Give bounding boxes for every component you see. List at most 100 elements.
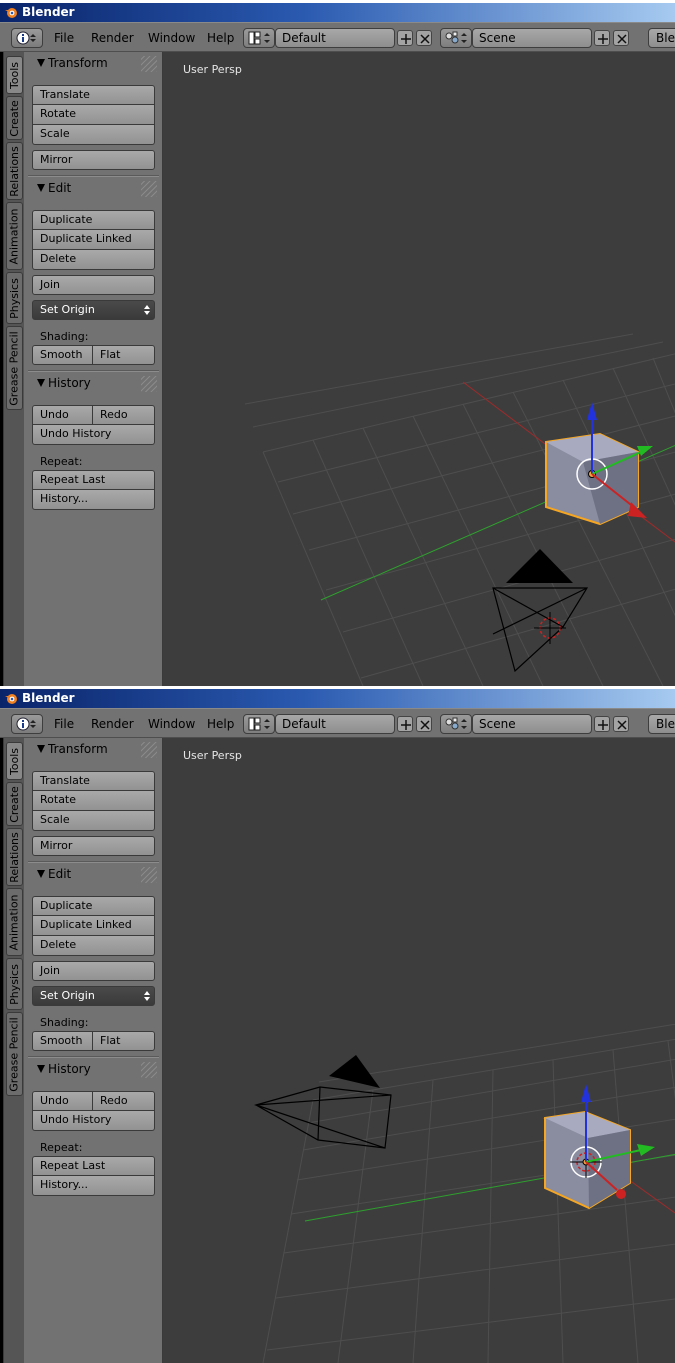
scene-field[interactable]: Scene	[472, 28, 592, 48]
panel-history-header[interactable]: History	[24, 373, 163, 395]
mirror-button[interactable]: Mirror	[32, 150, 155, 170]
drag-grip-icon[interactable]	[141, 56, 157, 72]
remove-scene-button[interactable]	[613, 30, 629, 46]
menu-render[interactable]: Render	[91, 31, 134, 45]
collapse-triangle-icon	[37, 870, 45, 878]
screen-layout-field[interactable]: Default	[275, 714, 395, 734]
rotate-button[interactable]: Rotate	[32, 791, 155, 811]
title-bar: Blender	[0, 3, 675, 22]
drag-grip-icon[interactable]	[141, 376, 157, 392]
panel-edit-header[interactable]: Edit	[24, 178, 163, 200]
tab-physics[interactable]: Physics	[6, 272, 23, 324]
layout-icon	[248, 31, 270, 45]
flat-button[interactable]: Flat	[93, 1031, 155, 1051]
add-scene-button[interactable]	[594, 716, 610, 732]
updown-arrows-icon	[144, 991, 150, 1001]
history-more-button[interactable]: History...	[32, 1176, 155, 1196]
camera-object[interactable]	[253, 1055, 392, 1149]
render-engine-select[interactable]: Blen	[648, 28, 675, 48]
history-more-button[interactable]: History...	[32, 490, 155, 510]
drag-grip-icon[interactable]	[141, 742, 157, 758]
undo-button[interactable]: Undo	[32, 405, 93, 425]
repeat-last-button[interactable]: Repeat Last	[32, 470, 155, 490]
menu-window[interactable]: Window	[148, 717, 195, 731]
duplicate-linked-button[interactable]: Duplicate Linked	[32, 916, 155, 936]
join-button[interactable]: Join	[32, 275, 155, 295]
menu-window[interactable]: Window	[148, 31, 195, 45]
flat-button[interactable]: Flat	[93, 345, 155, 365]
editor-type-button[interactable]	[11, 28, 43, 48]
tab-animation[interactable]: Animation	[6, 888, 23, 956]
tab-grease-pencil[interactable]: Grease Pencil	[6, 326, 23, 410]
smooth-button[interactable]: Smooth	[32, 1031, 93, 1051]
set-origin-dropdown[interactable]: Set Origin	[32, 300, 155, 320]
screen-layout-type-button[interactable]	[243, 714, 275, 734]
render-engine-select[interactable]: Blen	[648, 714, 675, 734]
tab-relations[interactable]: Relations	[6, 142, 23, 200]
remove-scene-button[interactable]	[613, 716, 629, 732]
tab-physics[interactable]: Physics	[6, 958, 23, 1010]
scene-type-button[interactable]	[440, 714, 472, 734]
panel-divider	[28, 1056, 159, 1058]
undo-history-button[interactable]: Undo History	[32, 1111, 155, 1131]
scene-type-button[interactable]	[440, 28, 472, 48]
drag-grip-icon[interactable]	[141, 181, 157, 197]
drag-grip-icon[interactable]	[141, 1062, 157, 1078]
drag-grip-icon[interactable]	[141, 867, 157, 883]
close-icon	[617, 34, 627, 44]
menu-file[interactable]: File	[54, 717, 74, 731]
add-scene-button[interactable]	[594, 30, 610, 46]
tab-create[interactable]: Create	[6, 782, 23, 826]
menu-render[interactable]: Render	[91, 717, 134, 731]
title-bar: Blender	[0, 689, 675, 708]
menu-help[interactable]: Help	[207, 31, 234, 45]
updown-arrows-icon	[144, 305, 150, 315]
rotate-button[interactable]: Rotate	[32, 105, 155, 125]
add-screen-button[interactable]	[397, 716, 413, 732]
tab-create[interactable]: Create	[6, 96, 23, 140]
add-screen-button[interactable]	[397, 30, 413, 46]
scene-field[interactable]: Scene	[472, 714, 592, 734]
scale-button[interactable]: Scale	[32, 811, 155, 831]
tab-tools[interactable]: Tools	[6, 56, 23, 94]
undo-history-button[interactable]: Undo History	[32, 425, 155, 445]
tab-relations[interactable]: Relations	[6, 828, 23, 886]
duplicate-button[interactable]: Duplicate	[32, 896, 155, 916]
undo-button[interactable]: Undo	[32, 1091, 93, 1111]
plus-icon	[598, 34, 608, 44]
shading-label: Shading:	[40, 330, 89, 343]
collapse-triangle-icon	[37, 745, 45, 753]
duplicate-linked-button[interactable]: Duplicate Linked	[32, 230, 155, 250]
scale-button[interactable]: Scale	[32, 125, 155, 145]
panel-transform-header[interactable]: Transform	[24, 739, 163, 761]
delete-button[interactable]: Delete	[32, 936, 155, 956]
3d-viewport[interactable]: User Persp	[163, 738, 675, 1363]
set-origin-dropdown[interactable]: Set Origin	[32, 986, 155, 1006]
panel-edit-header[interactable]: Edit	[24, 864, 163, 886]
remove-screen-button[interactable]	[416, 30, 432, 46]
remove-screen-button[interactable]	[416, 716, 432, 732]
smooth-button[interactable]: Smooth	[32, 345, 93, 365]
tab-grease-pencil[interactable]: Grease Pencil	[6, 1012, 23, 1096]
tab-tools[interactable]: Tools	[6, 742, 23, 780]
plus-icon	[401, 34, 411, 44]
screen-layout-type-button[interactable]	[243, 28, 275, 48]
plus-icon	[401, 720, 411, 730]
screen-layout-field[interactable]: Default	[275, 28, 395, 48]
redo-button[interactable]: Redo	[93, 405, 155, 425]
repeat-last-button[interactable]: Repeat Last	[32, 1156, 155, 1176]
mirror-button[interactable]: Mirror	[32, 836, 155, 856]
editor-type-button[interactable]	[11, 714, 43, 734]
3d-viewport[interactable]: User Persp	[163, 52, 675, 686]
duplicate-button[interactable]: Duplicate	[32, 210, 155, 230]
menu-help[interactable]: Help	[207, 717, 234, 731]
translate-button[interactable]: Translate	[32, 85, 155, 105]
panel-history-header[interactable]: History	[24, 1059, 163, 1081]
delete-button[interactable]: Delete	[32, 250, 155, 270]
translate-button[interactable]: Translate	[32, 771, 155, 791]
menu-file[interactable]: File	[54, 31, 74, 45]
tab-animation[interactable]: Animation	[6, 202, 23, 270]
join-button[interactable]: Join	[32, 961, 155, 981]
redo-button[interactable]: Redo	[93, 1091, 155, 1111]
panel-transform-header[interactable]: Transform	[24, 53, 163, 75]
